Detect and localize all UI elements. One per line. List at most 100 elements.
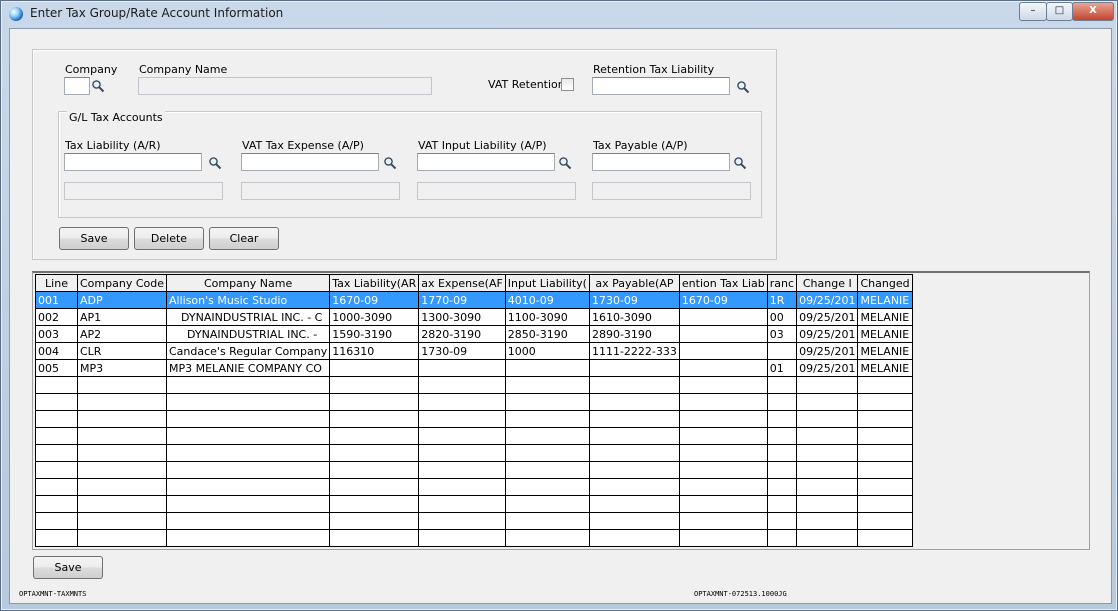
maximize-button[interactable]: □ — [1046, 2, 1073, 21]
table-cell[interactable]: 001 — [35, 291, 78, 309]
vat-tax-expense-input[interactable] — [241, 153, 379, 171]
table-cell[interactable] — [418, 427, 506, 445]
table-cell[interactable]: 1670-09 — [329, 291, 420, 309]
retention-tax-liability-input[interactable] — [592, 77, 730, 95]
table-cell[interactable] — [35, 478, 78, 496]
table-cell[interactable]: 03 — [766, 325, 798, 343]
table-cell[interactable] — [857, 376, 913, 394]
empty-table-row[interactable] — [35, 376, 913, 394]
table-cell[interactable] — [165, 444, 331, 462]
table-cell[interactable] — [418, 393, 506, 411]
table-cell[interactable] — [857, 461, 913, 479]
table-cell[interactable] — [329, 427, 420, 445]
table-cell[interactable] — [857, 393, 913, 411]
table-cell[interactable] — [165, 427, 331, 445]
table-cell[interactable] — [77, 478, 167, 496]
empty-table-row[interactable] — [35, 512, 913, 530]
table-cell[interactable] — [165, 529, 331, 547]
table-cell[interactable] — [329, 376, 420, 394]
table-cell[interactable] — [588, 478, 680, 496]
empty-table-row[interactable] — [35, 427, 913, 445]
table-cell[interactable] — [418, 478, 506, 496]
table-cell[interactable]: MELANIE — [857, 291, 913, 309]
table-cell[interactable]: DYNAINDUSTRIAL INC. - C — [165, 308, 331, 326]
table-cell[interactable]: 09/25/201 — [796, 359, 859, 377]
table-cell[interactable] — [35, 410, 78, 428]
table-cell[interactable] — [418, 410, 506, 428]
table-cell[interactable]: 1590-3190 — [329, 325, 420, 343]
table-cell[interactable] — [588, 359, 680, 377]
table-cell[interactable]: MP3 — [77, 359, 167, 377]
table-row[interactable]: 002 AP1 DYNAINDUSTRIAL INC. - C 1000-3090 13… — [35, 308, 913, 326]
bottom-save-button[interactable]: Save — [33, 556, 103, 579]
table-cell[interactable] — [504, 393, 590, 411]
minimize-button[interactable]: – — [1019, 2, 1047, 21]
table-cell[interactable] — [35, 495, 78, 513]
table-cell[interactable] — [504, 495, 590, 513]
table-cell[interactable] — [77, 512, 167, 530]
empty-table-row[interactable] — [35, 478, 913, 496]
table-cell[interactable]: 09/25/201 — [796, 291, 859, 309]
table-cell[interactable] — [678, 495, 768, 513]
clear-button[interactable]: Clear — [209, 227, 279, 250]
table-cell[interactable] — [504, 529, 590, 547]
table-cell[interactable] — [35, 529, 78, 547]
retention-tax-lookup-search-icon[interactable] — [736, 80, 750, 94]
table-cell[interactable]: AP2 — [77, 325, 167, 343]
table-cell[interactable] — [418, 376, 506, 394]
table-cell[interactable]: 1300-3090 — [418, 308, 506, 326]
table-cell[interactable] — [77, 444, 167, 462]
table-cell[interactable] — [857, 444, 913, 462]
table-cell[interactable] — [678, 529, 768, 547]
company-input[interactable] — [64, 77, 90, 95]
table-cell[interactable]: Allison's Music Studio — [165, 291, 331, 309]
table-cell[interactable] — [766, 393, 798, 411]
grid-column-header[interactable]: Change I — [796, 274, 859, 292]
table-cell[interactable] — [678, 444, 768, 462]
table-cell[interactable] — [504, 427, 590, 445]
table-cell[interactable] — [766, 376, 798, 394]
table-cell[interactable]: 1111-2222-333 — [588, 342, 680, 360]
table-cell[interactable] — [329, 529, 420, 547]
table-cell[interactable] — [77, 427, 167, 445]
table-cell[interactable]: 005 — [35, 359, 78, 377]
table-cell[interactable]: 2890-3190 — [588, 325, 680, 343]
table-cell[interactable]: ADP — [77, 291, 167, 309]
table-cell[interactable] — [418, 512, 506, 530]
table-cell[interactable] — [504, 444, 590, 462]
table-cell[interactable] — [165, 410, 331, 428]
table-cell[interactable] — [678, 427, 768, 445]
save-button[interactable]: Save — [59, 227, 129, 250]
table-cell[interactable] — [77, 410, 167, 428]
table-cell[interactable] — [796, 529, 859, 547]
grid-column-header[interactable]: Company Code — [77, 274, 167, 292]
table-cell[interactable] — [678, 410, 768, 428]
company-lookup-search-icon[interactable] — [91, 79, 105, 93]
vat-input-liability-input[interactable] — [417, 153, 555, 171]
table-row[interactable]: 004 CLR Candace's Regular Company 116310 173… — [35, 342, 913, 360]
table-row[interactable]: 001 ADP Allison's Music Studio 1670-09 1770-… — [35, 291, 913, 309]
table-cell[interactable] — [35, 444, 78, 462]
tax-payable-search-icon[interactable] — [733, 156, 747, 170]
empty-table-row[interactable] — [35, 410, 913, 428]
table-cell[interactable]: 4010-09 — [504, 291, 590, 309]
table-cell[interactable]: 09/25/201 — [796, 308, 859, 326]
table-cell[interactable] — [329, 461, 420, 479]
table-cell[interactable] — [857, 478, 913, 496]
table-cell[interactable] — [796, 512, 859, 530]
table-cell[interactable] — [678, 325, 768, 343]
table-cell[interactable] — [678, 478, 768, 496]
table-cell[interactable] — [766, 512, 798, 530]
table-cell[interactable]: 09/25/201 — [796, 325, 859, 343]
table-cell[interactable] — [35, 512, 78, 530]
table-cell[interactable] — [418, 529, 506, 547]
table-cell[interactable] — [77, 495, 167, 513]
table-cell[interactable] — [766, 427, 798, 445]
table-cell[interactable] — [588, 410, 680, 428]
vat-tax-expense-search-icon[interactable] — [383, 156, 397, 170]
table-cell[interactable]: 1770-09 — [418, 291, 506, 309]
table-cell[interactable]: Candace's Regular Company — [165, 342, 331, 360]
table-cell[interactable]: MELANIE — [857, 308, 913, 326]
table-cell[interactable] — [77, 376, 167, 394]
table-cell[interactable] — [588, 512, 680, 530]
